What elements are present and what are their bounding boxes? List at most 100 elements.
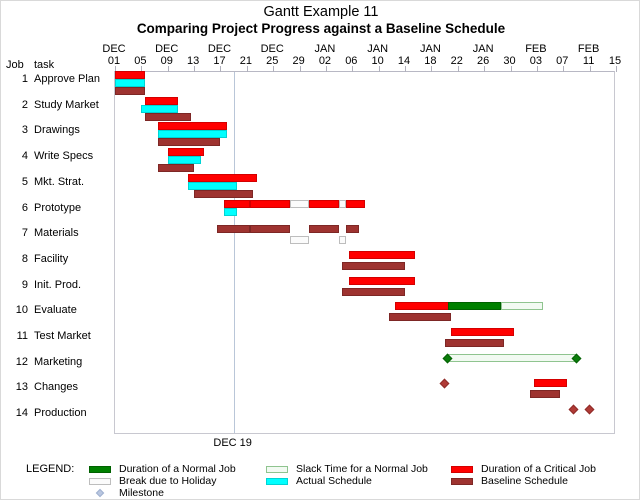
x-tickmark <box>484 66 486 72</box>
gantt-bar-critical <box>144 96 178 105</box>
gantt-bar-critical <box>349 250 415 259</box>
gantt-bar-normal <box>447 302 501 311</box>
reference-line-day: 19 <box>239 437 252 449</box>
gantt-bar-critical <box>345 199 366 208</box>
x-axis-tick-labels: DEC 01 05 DEC 09 13 DEC 17 21 DEC 25 29 JAN 02 06… <box>1 43 640 71</box>
legend-title: LEGEND: <box>26 463 75 475</box>
gantt-bar-critical <box>167 148 204 157</box>
row-task-name: Drawings <box>34 124 80 137</box>
row-task-name: Marketing <box>34 355 83 368</box>
x-tickmark <box>457 66 459 72</box>
x-tickmark <box>563 66 565 72</box>
legend-label: Baseline Schedule <box>481 475 568 487</box>
row-job-number: 4 <box>21 150 28 163</box>
gantt-bar-baseline <box>345 225 359 234</box>
gantt-bar-actual <box>187 181 237 190</box>
row-task-name: Init. Prod. <box>34 278 82 291</box>
gantt-bar-baseline <box>388 313 452 322</box>
gantt-bar-baseline <box>157 164 195 173</box>
x-tickmark <box>536 66 538 72</box>
row-job-number: 8 <box>21 252 28 265</box>
gantt-bar-critical <box>309 199 340 208</box>
legend-swatch-crit <box>451 466 473 473</box>
gantt-bar-break <box>289 199 310 208</box>
gantt-bar-baseline <box>342 261 406 270</box>
x-tickmark <box>273 66 275 72</box>
row-task-name: Evaluate <box>34 304 77 317</box>
row-job-number: 1 <box>21 73 28 85</box>
legend-swatch-normal <box>89 466 111 473</box>
row-job-number: 12 <box>15 355 28 368</box>
x-tick-label: 15 <box>595 43 635 67</box>
row-job-number: 9 <box>21 278 28 291</box>
x-tickmark <box>431 66 433 72</box>
gantt-bar-critical <box>533 379 567 388</box>
gantt-bar-critical <box>115 71 145 79</box>
gantt-bar-baseline <box>194 189 254 198</box>
row-job-number: 11 <box>16 330 28 342</box>
x-tickmark <box>510 66 512 72</box>
gantt-bar-critical <box>451 328 514 336</box>
x-tick-day: 15 <box>608 55 622 67</box>
x-tickmark <box>378 66 380 72</box>
reference-line <box>233 72 235 433</box>
row-job-number: 3 <box>21 124 28 137</box>
legend-label: Duration of a Critical Job <box>481 463 596 475</box>
milestone-marker <box>568 404 579 415</box>
x-tick-month <box>595 43 635 55</box>
reference-line-month: DEC <box>213 437 237 449</box>
x-tickmark <box>246 66 248 72</box>
x-tickmark <box>194 66 196 72</box>
row-job-number: 13 <box>15 381 28 394</box>
legend-swatch-ms <box>95 488 105 498</box>
row-task-name: Changes <box>34 381 79 394</box>
gantt-bar-critical <box>223 199 251 208</box>
gantt-bar-break <box>339 236 346 245</box>
legend-label: Milestone <box>119 487 164 499</box>
gantt-bar-actual <box>157 130 228 139</box>
x-tickmark <box>616 66 617 72</box>
x-tickmark <box>589 66 591 72</box>
row-task-name: Prototype <box>34 201 82 214</box>
legend-label: Slack Time for a Normal Job <box>296 463 428 475</box>
x-tickmark <box>220 66 222 72</box>
reference-line-label: DEC 19 <box>213 437 253 449</box>
row-task-name: Facility <box>34 252 69 265</box>
row-job-number: 6 <box>21 201 28 214</box>
row-job-number: 10 <box>15 304 28 317</box>
milestone-marker <box>439 378 450 389</box>
gantt-bar-baseline <box>309 225 340 234</box>
chart-title: Gantt Example 11 <box>263 4 379 20</box>
x-tickmark <box>325 66 327 72</box>
gantt-bar-critical <box>187 173 257 182</box>
legend-label: Break due to Holiday <box>119 475 217 487</box>
row-job-number: 7 <box>21 227 28 240</box>
gantt-bar-baseline <box>144 112 191 121</box>
gantt-bar-actual <box>167 156 201 165</box>
row-task-name: Materials <box>34 227 79 240</box>
gantt-bar-slack <box>500 302 544 311</box>
row-task-name: Write Specs <box>34 150 94 163</box>
legend-swatch-brk <box>89 478 111 485</box>
gantt-plot-area <box>114 66 617 434</box>
row-task-name: Test Market <box>34 330 91 342</box>
gantt-chart-page: Gantt Example 11 Comparing Project Progr… <box>0 0 640 500</box>
gantt-bar-actual <box>223 207 237 216</box>
milestone-marker <box>584 404 595 415</box>
x-tickmark <box>352 66 354 72</box>
row-job-number: 5 <box>21 175 28 188</box>
x-tickmark <box>405 66 407 72</box>
legend-swatch-base <box>451 478 473 485</box>
gantt-bar-actual <box>141 104 178 113</box>
gantt-bar-critical <box>250 199 290 208</box>
chart-subtitle: Comparing Project Progress against a Bas… <box>136 21 506 36</box>
row-task-name: Production <box>34 407 87 420</box>
legend-label: Actual Schedule <box>296 475 372 487</box>
legend-label: Duration of a Normal Job <box>119 463 236 475</box>
legend: LEGEND: Duration of a Normal Job Break du… <box>1 459 640 501</box>
gantt-bar-baseline <box>115 87 145 95</box>
legend-swatch-actual <box>266 478 288 485</box>
row-job-number: 14 <box>15 407 28 420</box>
row-task-name: Study Market <box>34 98 99 111</box>
gantt-bar-baseline <box>250 225 290 234</box>
